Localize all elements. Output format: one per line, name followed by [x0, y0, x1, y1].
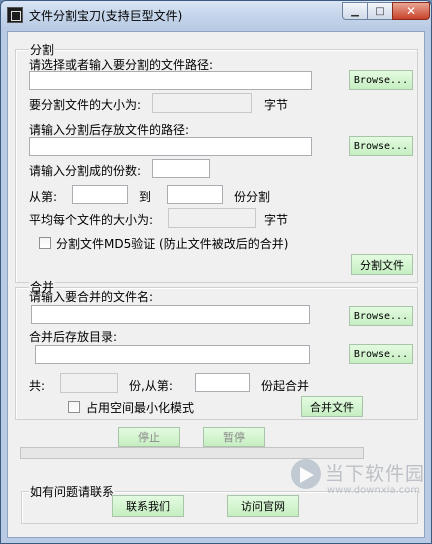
merge-name-label: 请输入要合并的文件名: — [29, 290, 154, 304]
dest-path-input[interactable] — [29, 137, 312, 156]
watermark-text: 当下软件园 — [325, 463, 426, 485]
file-size-unit: 字节 — [264, 98, 289, 112]
stop-button[interactable]: 停止 — [118, 427, 180, 447]
browse-merge-file-button[interactable]: Browse... — [349, 306, 413, 326]
avg-size-label: 平均每个文件的大小为: — [29, 213, 154, 227]
minimize-mode-checkbox[interactable] — [68, 401, 80, 413]
merge-from-suffix: 份起合并 — [261, 379, 310, 393]
merge-name-input[interactable] — [31, 305, 310, 324]
browse-source-button[interactable]: Browse... — [349, 70, 413, 90]
pause-button[interactable]: 暂停 — [203, 427, 265, 447]
browse-merge-dir-button[interactable]: Browse... — [349, 344, 413, 364]
merge-file-button[interactable]: 合并文件 — [301, 396, 363, 417]
avg-size-field — [168, 208, 256, 228]
avg-size-unit: 字节 — [264, 213, 289, 227]
window-title: 文件分割宝刀(支持巨型文件) — [29, 9, 183, 23]
watermark-logo-icon — [291, 459, 321, 489]
maximize-icon: □ — [375, 5, 385, 17]
merge-total-field — [60, 373, 118, 393]
range-suffix-label: 份分割 — [234, 190, 271, 204]
parts-count-input[interactable] — [152, 159, 210, 178]
close-button[interactable]: ✕ — [392, 2, 430, 20]
range-from-label: 从第: — [29, 190, 58, 204]
md5-checkbox[interactable] — [39, 237, 51, 249]
close-icon: ✕ — [405, 4, 417, 18]
merge-dir-label: 合并后存放目录: — [29, 330, 118, 344]
merge-total-label: 共: — [29, 379, 46, 393]
app-window: 文件分割宝刀(支持巨型文件) ▁ □ ✕ 分割 请选择或者输入要分割的文件路径:… — [0, 0, 432, 544]
merge-dir-input[interactable] — [35, 345, 310, 364]
watermark-url: www.downxia.com — [327, 485, 421, 496]
title-bar: 文件分割宝刀(支持巨型文件) ▁ □ ✕ — [1, 1, 431, 31]
source-path-input[interactable] — [29, 71, 312, 90]
maximize-button[interactable]: □ — [367, 2, 393, 20]
minimize-button[interactable]: ▁ — [342, 2, 368, 20]
minimize-mode-label: 占用空间最小化模式 — [86, 401, 195, 415]
parts-count-label: 请输入分割成的份数: — [29, 164, 142, 178]
merge-from-label: 份,从第: — [129, 379, 173, 393]
range-from-input[interactable] — [72, 185, 128, 204]
merge-from-input[interactable] — [195, 373, 250, 392]
range-to-input[interactable] — [167, 185, 223, 204]
file-size-label: 要分割文件的大小为: — [29, 98, 142, 112]
browse-dest-button[interactable]: Browse... — [349, 136, 413, 156]
visit-website-button[interactable]: 访问官网 — [227, 495, 299, 517]
contact-group-label: 如有问题请联系 — [29, 483, 116, 500]
contact-us-button[interactable]: 联系我们 — [112, 495, 184, 517]
split-file-button[interactable]: 分割文件 — [351, 254, 413, 275]
range-to-label: 到 — [139, 190, 152, 204]
dest-path-label: 请输入分割后存放文件的路径: — [29, 123, 190, 137]
app-icon — [7, 7, 23, 23]
minimize-icon: ▁ — [351, 5, 359, 17]
file-size-field — [152, 93, 252, 113]
watermark: 当下软件园 www.downxia.com — [291, 457, 424, 505]
md5-checkbox-label: 分割文件MD5验证 (防止文件被改后的合并) — [56, 237, 289, 251]
